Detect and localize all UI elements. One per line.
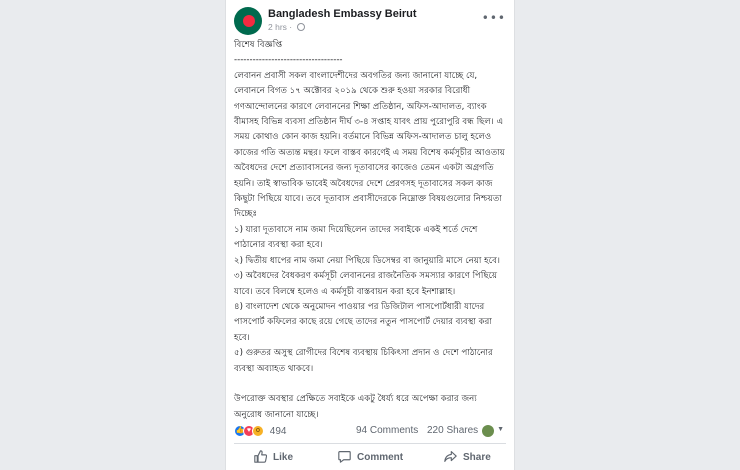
wow-reaction-icon: o <box>252 425 264 437</box>
share-label: Share <box>463 452 491 463</box>
meta-separator: · <box>289 22 293 32</box>
shares-count-link[interactable]: 220 Shares <box>427 425 478 436</box>
avatar[interactable] <box>234 7 262 35</box>
reaction-summary[interactable]: 👍 ♥ o 494 <box>234 425 286 437</box>
post-header: Bangladesh Embassy Beirut 2 hrs · ••• <box>234 7 506 37</box>
flag-disc <box>243 15 255 27</box>
comment-icon <box>338 451 351 463</box>
post-time[interactable]: 2 hrs <box>268 22 287 32</box>
divider <box>234 443 506 444</box>
more-options-icon[interactable]: ••• <box>482 11 506 25</box>
post-paragraph: ৩) অবৈধদের বৈধকরণ কর্মসূচী লেবাননের রাজন… <box>234 271 498 297</box>
post-paragraph: লেবানন প্রবাসী সকল বাংলাদেশীদের অবগতির জ… <box>234 70 505 220</box>
reaction-count: 494 <box>269 425 287 437</box>
viewer-avatar[interactable] <box>482 425 494 437</box>
post-text: বিশেষ বিজ্ঞপ্তি ------------------------… <box>234 38 506 423</box>
chevron-down-icon[interactable]: ▼ <box>497 426 504 433</box>
thumbs-up-icon <box>254 450 268 463</box>
post-paragraph: ১) যারা দূতাবাসে নাম জমা দিয়েছিলেন তাদে… <box>234 224 478 251</box>
comment-label: Comment <box>357 452 404 463</box>
globe-icon <box>296 23 305 31</box>
share-icon <box>444 451 457 462</box>
like-label: Like <box>273 452 294 463</box>
post-paragraph: ২) দ্বিতীয় ধাপের নাম জমা নেয়া পিছিয়ে … <box>234 255 500 266</box>
like-button[interactable]: Like <box>254 450 293 463</box>
post-paragraph: ৪) বাংলাদেশ থেকে অনুমোদন পাওয়ার পর ডিজি… <box>234 301 492 343</box>
page-name-link[interactable]: Bangladesh Embassy Beirut <box>268 8 417 20</box>
post-paragraph: বিশেষ বিজ্ঞপ্তি <box>234 40 283 50</box>
reactions-bar: 👍 ♥ o 494 94 Comments 220 Shares ▼ <box>234 424 506 440</box>
comments-count-link[interactable]: 94 Comments <box>356 425 418 436</box>
post-card: Bangladesh Embassy Beirut 2 hrs · ••• বি… <box>225 0 515 470</box>
post-meta: 2 hrs · <box>268 22 305 32</box>
post-paragraph: ----------------------------------- <box>234 55 343 66</box>
comment-button[interactable]: Comment <box>338 450 403 463</box>
post-paragraph: উপরোক্ত অবস্থার প্রেক্ষিতে সবাইকে একটু ধ… <box>234 394 477 420</box>
share-button[interactable]: Share <box>444 450 491 463</box>
post-actions: Like Comment Share <box>226 446 514 470</box>
post-paragraph: ৫) গুরুতর অসুস্থ রোগীদের বিশেষ ব্যবস্থায… <box>234 348 493 374</box>
